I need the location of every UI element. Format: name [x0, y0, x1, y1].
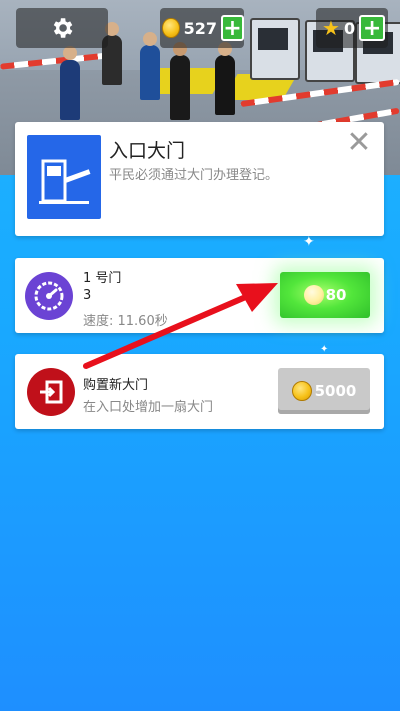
- upgrade-price: 80: [325, 286, 347, 304]
- coin-counter: 527 +: [160, 8, 244, 48]
- scene-barrier: [0, 52, 111, 70]
- buy-gate-description: 在入口处增加一扇大门: [83, 400, 214, 415]
- coin-icon: [303, 285, 324, 305]
- gate-upgrade-card: 1 号门 3 速度: 11.60秒 80: [15, 258, 384, 333]
- settings-button[interactable]: [16, 8, 108, 48]
- gate-barrier-icon: [27, 135, 101, 219]
- scene-person: [215, 55, 235, 115]
- gear-icon: [53, 18, 73, 38]
- buy-gate-card: 购置新大门 在入口处增加一扇大门 5000: [15, 354, 384, 429]
- entrance-info-card: 入口大门 平民必须通过大门办理登记。 ✕: [15, 122, 384, 236]
- scene-person: [60, 60, 80, 120]
- sparkle-icon: ✦: [303, 234, 315, 250]
- scene-person: [140, 45, 160, 100]
- speedometer-icon: [25, 272, 73, 320]
- star-count: 0: [343, 18, 356, 38]
- coin-count: 527: [183, 18, 217, 38]
- entrance-description: 平民必须通过大门办理登记。: [109, 168, 279, 183]
- gate-level: 3: [83, 288, 92, 303]
- scene-person: [170, 55, 190, 120]
- scene-person-head: [63, 46, 77, 60]
- buy-gate-button[interactable]: 5000: [278, 368, 370, 414]
- buy-gate-title: 购置新大门: [83, 378, 149, 393]
- gate-name: 1 号门: [83, 271, 122, 286]
- coin-icon: [291, 381, 312, 401]
- coin-icon: [162, 18, 180, 38]
- scene-person-head: [143, 32, 157, 46]
- add-stars-button[interactable]: +: [359, 15, 386, 41]
- gate-speed: 速度: 11.60秒: [83, 314, 168, 329]
- entrance-title: 入口大门: [109, 140, 186, 162]
- add-coins-button[interactable]: +: [220, 15, 244, 41]
- star-icon: ★: [322, 16, 340, 40]
- star-counter: ★ 0 +: [316, 8, 388, 48]
- enter-door-icon: [27, 368, 75, 416]
- buy-gate-price: 5000: [314, 382, 357, 400]
- upgrade-button[interactable]: 80: [280, 272, 370, 318]
- scene-booth: [250, 18, 300, 80]
- close-button[interactable]: ✕: [346, 128, 372, 158]
